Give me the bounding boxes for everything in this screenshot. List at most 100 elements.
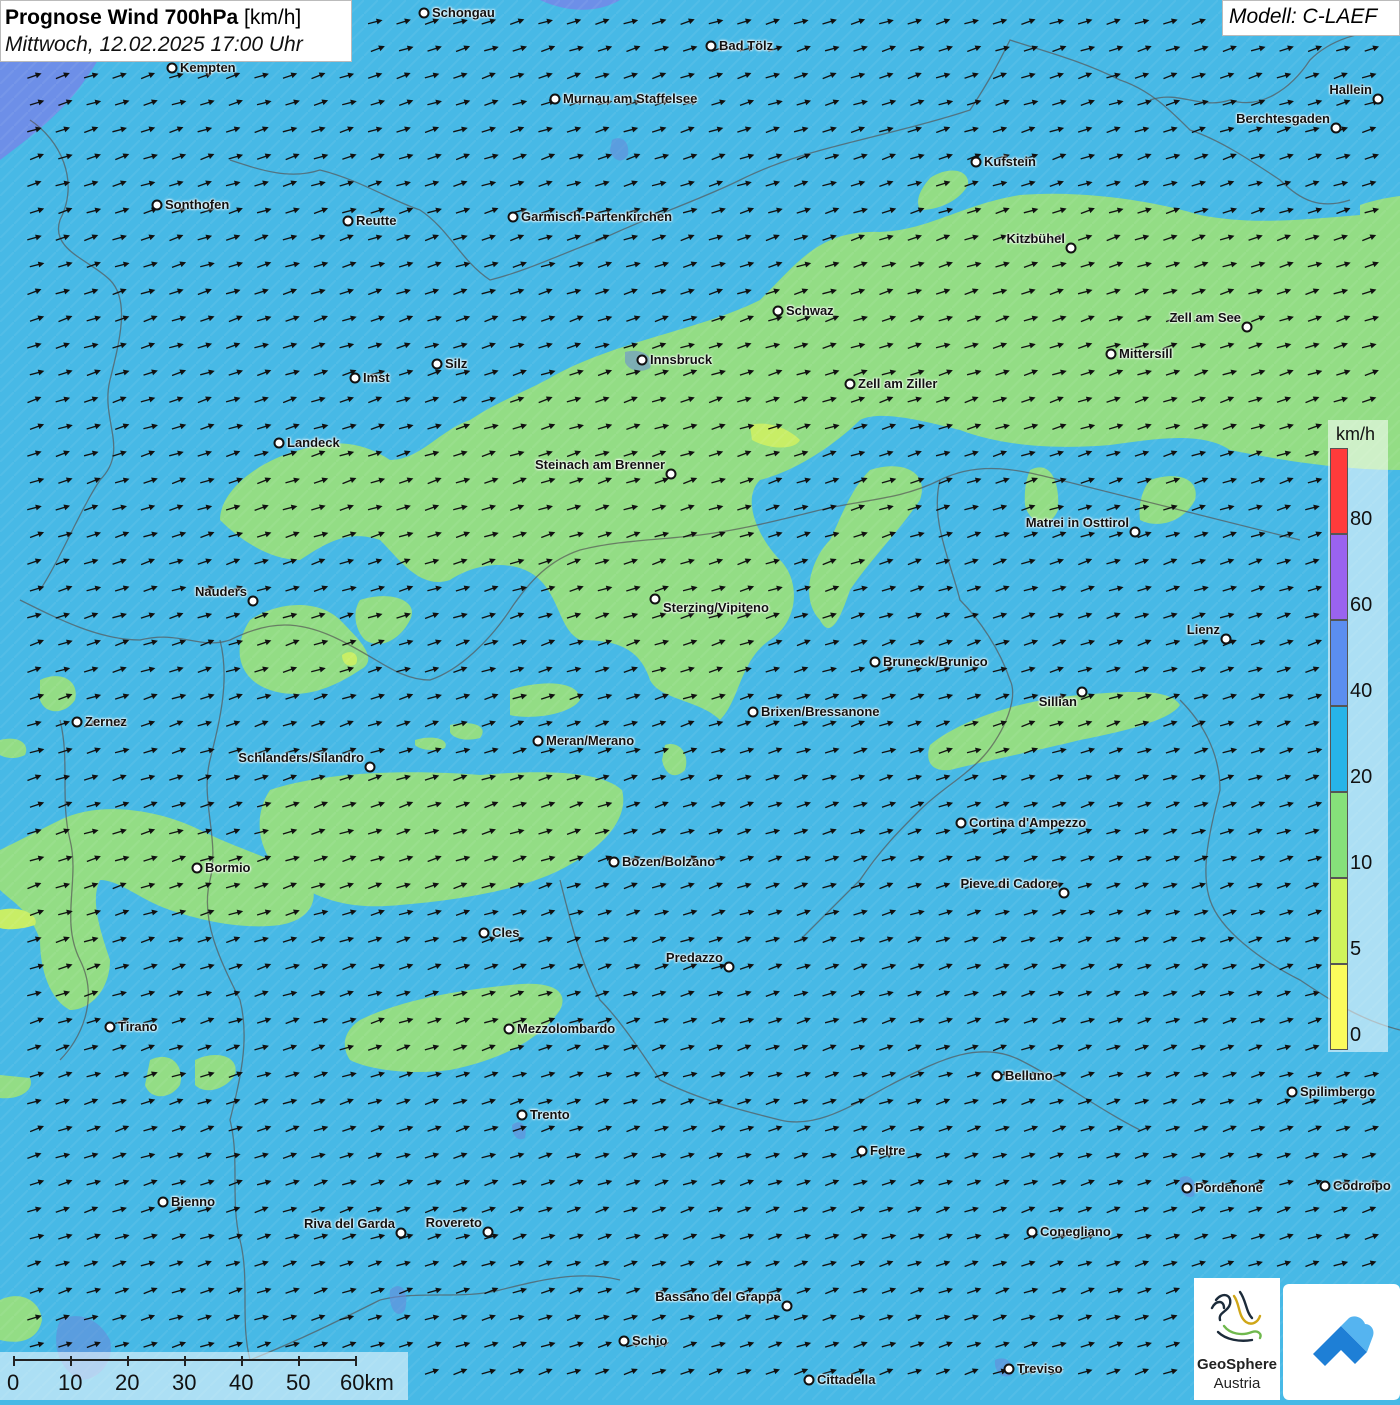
city-marker: [1330, 122, 1342, 134]
city-marker: [247, 595, 259, 607]
city-marker: [157, 1196, 169, 1208]
scale-label: 60km: [340, 1370, 394, 1395]
weather-app-icon: [1313, 1316, 1374, 1366]
city-label: Treviso: [1017, 1361, 1063, 1376]
city-label: Innsbruck: [650, 352, 713, 367]
city-marker: [1129, 526, 1141, 538]
city-label: Codroipo: [1333, 1178, 1391, 1193]
legend-swatch-10: [1330, 792, 1348, 878]
city-marker: [349, 372, 361, 384]
city-label: Lienz: [1186, 622, 1220, 637]
city-label: Zernez: [85, 714, 127, 729]
city-marker: [1058, 887, 1070, 899]
city-label: Zell am Ziller: [858, 376, 938, 391]
city-marker: [844, 378, 856, 390]
city-marker: [618, 1335, 630, 1347]
geosphere-logo[interactable]: GeoSphere Austria: [1194, 1278, 1280, 1400]
city-marker: [71, 716, 83, 728]
city-label: Sillian: [1038, 694, 1077, 709]
city-marker: [665, 468, 677, 480]
city-label: Predazzo: [665, 950, 723, 965]
city-label: Landeck: [287, 435, 340, 450]
city-marker: [955, 817, 967, 829]
city-marker: [1372, 93, 1384, 105]
forecast-datetime: Mittwoch, 12.02.2025 17:00 Uhr: [5, 33, 303, 56]
city-label: Kempten: [180, 60, 236, 75]
city-label: Belluno: [1005, 1068, 1053, 1083]
city-label: Cittadella: [817, 1372, 876, 1387]
city-label: Cortina d'Ampezzo: [969, 815, 1087, 830]
city-marker: [503, 1023, 515, 1035]
legend-tick: 0: [1350, 1024, 1362, 1046]
city-label: Schwaz: [786, 303, 834, 318]
geosphere-sub: Austria: [1213, 1375, 1261, 1392]
city-marker: [532, 735, 544, 747]
city-marker: [705, 40, 717, 52]
city-label: Bienno: [171, 1194, 216, 1209]
title-unit: [km/h]: [244, 6, 302, 29]
city-marker: [1003, 1363, 1015, 1375]
legend-swatch-20: [1330, 706, 1348, 792]
city-label: Zell am See: [1169, 310, 1241, 325]
map-title: Prognose Wind 700hPa [km/h]: [5, 5, 351, 31]
legend-tick: 60: [1350, 594, 1373, 616]
city-marker: [781, 1300, 793, 1312]
city-label: Meran/Merano: [546, 733, 635, 748]
city-marker: [104, 1021, 116, 1033]
scale-label: 50: [286, 1370, 311, 1395]
city-label: Pordenone: [1195, 1180, 1263, 1195]
app-logo[interactable]: [1283, 1284, 1400, 1400]
scale-label: 10: [58, 1370, 83, 1395]
legend-swatch-60: [1330, 534, 1348, 620]
legend-unit: km/h: [1336, 424, 1376, 444]
city-label: Imst: [363, 370, 390, 385]
city-label: Schongau: [432, 5, 495, 20]
city-label: Bad Tölz: [719, 38, 774, 53]
scale-label: 0: [7, 1370, 20, 1395]
city-label: Sterzing/Vipiteno: [663, 600, 769, 615]
city-label: Schlanders/Silandro: [238, 750, 364, 765]
city-label: Mezzolombardo: [517, 1021, 616, 1036]
scale-label: 40: [229, 1370, 254, 1395]
city-label: Kufstein: [984, 154, 1036, 169]
city-marker: [1286, 1086, 1298, 1098]
city-marker: [478, 927, 490, 939]
city-label: Bruneck/Brunico: [883, 654, 988, 669]
legend-tick: 20: [1350, 766, 1373, 788]
legend-swatch-0: [1330, 964, 1348, 1050]
city-marker: [1319, 1180, 1331, 1192]
city-marker: [191, 862, 203, 874]
city-marker: [723, 961, 735, 973]
city-label: Silz: [445, 356, 468, 371]
city-marker: [1241, 321, 1253, 333]
title-bold: Prognose Wind 700hPa: [5, 6, 239, 29]
city-marker: [342, 215, 354, 227]
city-marker: [772, 305, 784, 317]
city-marker: [1181, 1182, 1193, 1194]
scale-label: 30: [172, 1370, 197, 1395]
city-marker: [747, 706, 759, 718]
city-marker: [482, 1226, 494, 1238]
city-label: Bozen/Bolzano: [622, 854, 716, 869]
city-marker: [970, 156, 982, 168]
city-label: Matrei in Osttirol: [1025, 515, 1129, 530]
city-marker: [516, 1109, 528, 1121]
legend-tick: 10: [1350, 852, 1373, 874]
legend-tick: 80: [1350, 508, 1373, 530]
geosphere-emblem-icon: [1210, 1290, 1262, 1342]
city-marker: [1220, 633, 1232, 645]
city-label: Tirano: [118, 1019, 158, 1034]
city-marker: [991, 1070, 1003, 1082]
city-label: Bassano del Grappa: [655, 1289, 781, 1304]
city-label: Riva del Garda: [303, 1216, 395, 1231]
city-label: Mittersill: [1119, 346, 1173, 361]
city-label: Berchtesgaden: [1236, 111, 1330, 126]
legend-swatch-5: [1330, 878, 1348, 964]
city-label: Brixen/Bressanone: [761, 704, 880, 719]
legend-swatch-80: [1330, 448, 1348, 534]
city-label: Bormio: [205, 860, 251, 875]
city-label: Rovereto: [425, 1215, 482, 1230]
city-marker: [649, 593, 661, 605]
city-label: Schio: [632, 1333, 668, 1348]
city-marker: [1105, 348, 1117, 360]
